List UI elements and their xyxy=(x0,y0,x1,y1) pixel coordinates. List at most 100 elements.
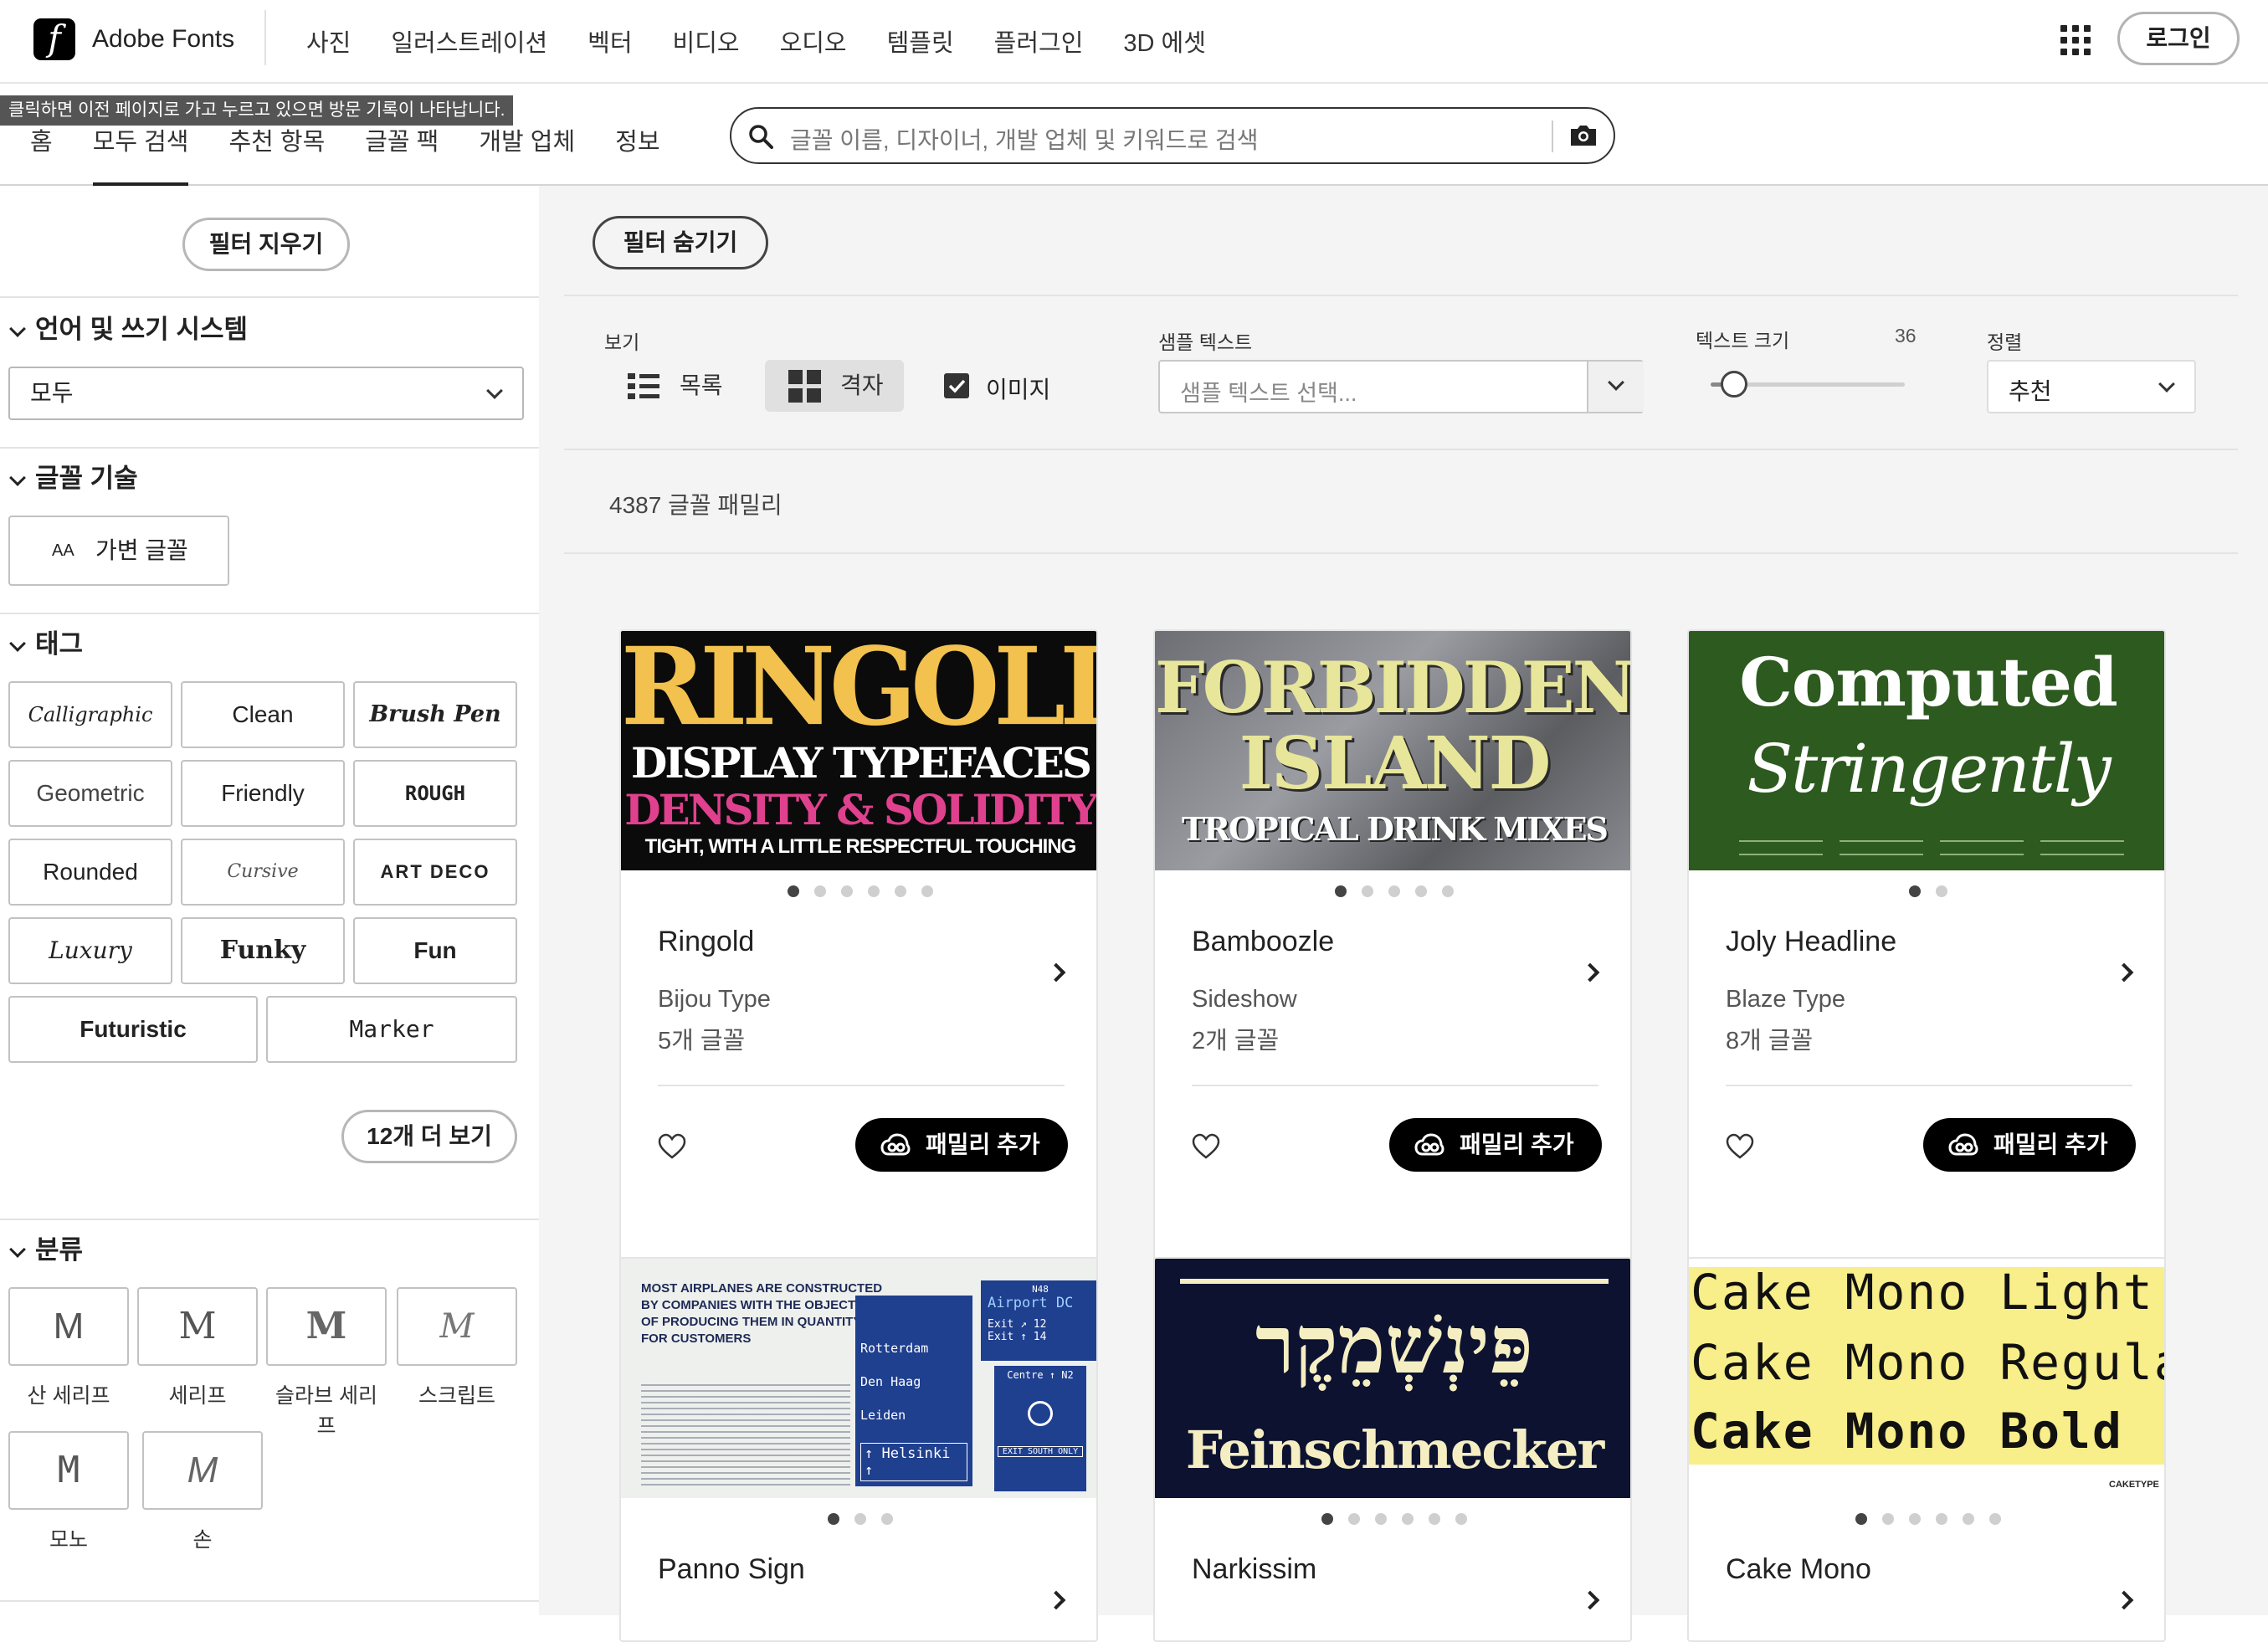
tag-futuristic[interactable]: Futuristic xyxy=(8,996,258,1063)
heart-icon[interactable] xyxy=(658,1133,686,1160)
carousel-dot[interactable] xyxy=(841,885,853,897)
chevron-right-icon[interactable] xyxy=(1046,962,1066,983)
add-family-button[interactable]: 패밀리 추가 xyxy=(1923,1118,2136,1172)
tag-rounded[interactable]: Rounded xyxy=(8,839,172,906)
tab-recommendations[interactable]: 추천 항목 xyxy=(228,122,325,186)
heart-icon[interactable] xyxy=(1726,1133,1754,1160)
font-card-panno-sign[interactable]: MOST AIRPLANES ARE CONSTRUCTED BY COMPAN… xyxy=(619,1257,1098,1642)
carousel-dot[interactable] xyxy=(1909,1513,1921,1525)
class-sans-serif[interactable]: M xyxy=(8,1287,129,1366)
tag-fun[interactable]: Fun xyxy=(353,917,517,984)
nav-item-photos[interactable]: 사진 xyxy=(306,23,351,59)
carousel-dot[interactable] xyxy=(1362,885,1373,897)
grid-view-button[interactable]: 격자 xyxy=(765,360,904,412)
nav-item-videos[interactable]: 비디오 xyxy=(673,23,740,59)
sort-select[interactable]: 추천 xyxy=(1987,360,2196,413)
font-tech-section-toggle[interactable]: 글꼴 기술 xyxy=(8,457,138,495)
class-serif[interactable]: M xyxy=(137,1287,258,1366)
class-script[interactable]: M xyxy=(397,1287,517,1366)
carousel-dot[interactable] xyxy=(1375,1513,1387,1525)
nav-item-vectors[interactable]: 벡터 xyxy=(588,23,632,59)
hide-filters-button[interactable]: 필터 숨기기 xyxy=(593,216,768,269)
font-family-name[interactable]: Panno Sign xyxy=(658,1553,805,1586)
tag-clean[interactable]: Clean xyxy=(181,681,345,748)
brand-name[interactable]: Adobe Fonts xyxy=(92,25,234,54)
carousel-dot[interactable] xyxy=(1963,1513,1974,1525)
tab-home[interactable]: 홈 xyxy=(30,122,53,186)
tab-browse-all[interactable]: 모두 검색 xyxy=(92,122,188,186)
login-button[interactable]: 로그인 xyxy=(2117,12,2240,65)
foundry-name[interactable]: Sideshow xyxy=(1192,986,1297,1013)
language-section-toggle[interactable]: 언어 및 쓰기 시스템 xyxy=(8,308,248,346)
tag-marker[interactable]: Marker xyxy=(266,996,517,1063)
show-more-tags-button[interactable]: 12개 더 보기 xyxy=(341,1110,517,1163)
sample-text-select[interactable]: 샘플 텍스트 선택... xyxy=(1158,360,1644,413)
nav-item-plugins[interactable]: 플러그인 xyxy=(994,23,1084,59)
carousel-dot[interactable] xyxy=(1882,1513,1894,1525)
list-view-button[interactable]: 목록 xyxy=(628,360,723,412)
variable-font-button[interactable]: AA 가변 글꼴 xyxy=(8,516,229,586)
carousel-dot[interactable] xyxy=(1388,885,1400,897)
heart-icon[interactable] xyxy=(1192,1133,1220,1160)
nav-item-templates[interactable]: 템플릿 xyxy=(887,23,954,59)
app-grid-icon[interactable] xyxy=(2060,25,2091,55)
font-preview-image[interactable]: MOST AIRPLANES ARE CONSTRUCTED BY COMPAN… xyxy=(621,1259,1096,1498)
nav-item-3d-assets[interactable]: 3D 에셋 xyxy=(1123,23,1206,59)
chevron-right-icon[interactable] xyxy=(1580,1590,1600,1610)
tag-friendly[interactable]: Friendly xyxy=(181,760,345,827)
carousel-dot[interactable] xyxy=(1321,1513,1333,1525)
carousel-dot[interactable] xyxy=(1909,885,1921,897)
font-preview-image[interactable]: RINGOLD DISPLAY TYPEFACES DENSITY & SOLI… xyxy=(621,631,1096,870)
carousel-dot[interactable] xyxy=(868,885,880,897)
class-mono[interactable]: M xyxy=(8,1431,129,1510)
carousel-dot[interactable] xyxy=(881,1513,893,1525)
chevron-right-icon[interactable] xyxy=(2114,1590,2134,1610)
tab-foundries[interactable]: 개발 업체 xyxy=(479,122,575,186)
carousel-dot[interactable] xyxy=(1348,1513,1360,1525)
language-select[interactable]: 모두 xyxy=(8,367,524,420)
images-checkbox[interactable] xyxy=(944,373,969,398)
font-family-name[interactable]: Ringold xyxy=(658,926,754,958)
carousel-dot[interactable] xyxy=(1989,1513,2001,1525)
tab-about[interactable]: 정보 xyxy=(615,122,659,186)
foundry-name[interactable]: Bijou Type xyxy=(658,986,771,1013)
tag-art-deco[interactable]: ART DECO xyxy=(353,839,517,906)
add-family-button[interactable]: 패밀리 추가 xyxy=(855,1118,1068,1172)
font-preview-image[interactable]: FORBIDDEN ISLAND TROPICAL DRINK MIXES xyxy=(1155,631,1630,870)
chevron-right-icon[interactable] xyxy=(1046,1590,1066,1610)
font-family-name[interactable]: Cake Mono xyxy=(1726,1553,1871,1586)
font-family-name[interactable]: Joly Headline xyxy=(1726,926,1896,958)
carousel-dot[interactable] xyxy=(828,1513,839,1525)
carousel-dot[interactable] xyxy=(1402,1513,1414,1525)
carousel-dot[interactable] xyxy=(1855,1513,1867,1525)
carousel-dot[interactable] xyxy=(1442,885,1454,897)
class-slab-serif[interactable]: M xyxy=(266,1287,387,1366)
tag-funky[interactable]: Funky xyxy=(181,917,345,984)
tag-rough[interactable]: ROUGH xyxy=(353,760,517,827)
text-size-track[interactable] xyxy=(1711,371,1905,398)
class-hand[interactable]: M xyxy=(142,1431,263,1510)
carousel-dot[interactable] xyxy=(1936,885,1947,897)
carousel-dot[interactable] xyxy=(921,885,933,897)
font-preview-image[interactable]: Computed Stringently xyxy=(1689,631,2164,870)
font-family-name[interactable]: Narkissim xyxy=(1192,1553,1316,1586)
carousel-dot[interactable] xyxy=(1429,1513,1440,1525)
chevron-right-icon[interactable] xyxy=(2114,962,2134,983)
font-preview-image[interactable]: פֵּינְשְׁמֵקֶר Feinschmecker xyxy=(1155,1259,1630,1498)
tag-luxury[interactable]: Luxury xyxy=(8,917,172,984)
font-family-name[interactable]: Bamboozle xyxy=(1192,926,1334,958)
carousel-dot[interactable] xyxy=(814,885,826,897)
carousel-dot[interactable] xyxy=(1455,1513,1467,1525)
tag-calligraphic[interactable]: Calligraphic xyxy=(8,681,172,748)
add-family-button[interactable]: 패밀리 추가 xyxy=(1389,1118,1602,1172)
tag-geometric[interactable]: Geometric xyxy=(8,760,172,827)
text-size-slider-handle[interactable] xyxy=(1721,371,1747,398)
carousel-dot[interactable] xyxy=(854,1513,866,1525)
tags-section-toggle[interactable]: 태그 xyxy=(8,623,83,660)
font-card-cake-mono[interactable]: Cake Mono Light Cake Mono Regular Cake M… xyxy=(1687,1257,2166,1642)
classification-section-toggle[interactable]: 분류 xyxy=(8,1229,83,1266)
clear-filters-button[interactable]: 필터 지우기 xyxy=(182,218,350,271)
sample-text-dropdown[interactable] xyxy=(1587,362,1644,412)
search-box[interactable]: 글꼴 이름, 디자이너, 개발 업체 및 키워드로 검색 xyxy=(730,107,1615,164)
tag-brush-pen[interactable]: Brush Pen xyxy=(353,681,517,748)
